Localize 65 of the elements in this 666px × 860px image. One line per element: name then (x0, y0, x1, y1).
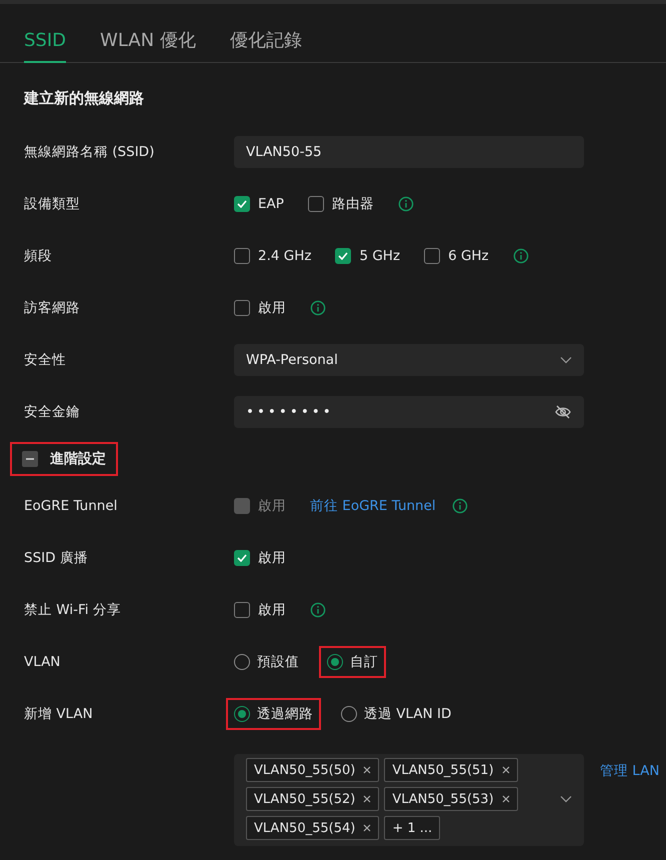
section-title: 建立新的無線網路 (24, 88, 145, 109)
checkbox[interactable] (234, 248, 250, 264)
vlan-tag: VLAN50_55(53) (384, 787, 518, 811)
checkbox[interactable] (234, 196, 250, 212)
checkbox-label: 6 GHz (448, 248, 489, 264)
chevron-down-icon (560, 356, 572, 364)
checkbox-label: 5 GHz (359, 248, 400, 264)
vlan-tag: VLAN50_55(52) (246, 787, 380, 811)
checkbox-label: 啟用 (258, 299, 286, 317)
checkbox-label: 啟用 (258, 549, 286, 567)
tab[interactable]: WLAN 優化 (100, 24, 196, 63)
checkbox[interactable] (234, 602, 250, 618)
close-icon[interactable] (502, 766, 510, 774)
eye-slash-icon (554, 405, 572, 419)
field-label: 頻段 (24, 247, 53, 265)
close-icon[interactable] (502, 795, 510, 803)
vlan-tag: VLAN50_55(51) (384, 758, 518, 782)
checkbox[interactable] (234, 300, 250, 316)
checkbox[interactable] (308, 196, 324, 212)
field-label: 安全金鑰 (24, 403, 81, 421)
radio-label: 透過網路 (257, 705, 313, 723)
password-field[interactable]: •••••••• (234, 396, 584, 428)
radio-button[interactable] (327, 654, 343, 670)
link[interactable]: 管理 LAN (600, 762, 660, 780)
radio-button[interactable] (234, 706, 250, 722)
radio-label: 自訂 (350, 653, 378, 671)
field-label: 安全性 (24, 351, 67, 369)
collapse-icon (22, 451, 38, 467)
close-icon[interactable] (363, 795, 372, 803)
field-label: SSID 廣播 (24, 549, 89, 567)
checkbox-label: 路由器 (332, 195, 374, 213)
checkbox[interactable] (234, 550, 250, 566)
field-label: EoGRE Tunnel (24, 498, 118, 514)
vlan-multiselect[interactable]: VLAN50_55(50) VLAN50_55(51) VLAN50_55(52) VLAN50_55(53) VLAN50_55(54) + 1 ... (234, 754, 584, 846)
checkbox-label: EAP (258, 196, 284, 212)
tab[interactable]: 優化記錄 (230, 24, 302, 63)
tab[interactable]: SSID (24, 24, 66, 63)
link[interactable]: 前往 EoGRE Tunnel (310, 497, 436, 515)
checkbox-label: 2.4 GHz (258, 248, 312, 264)
close-icon[interactable] (363, 824, 372, 832)
chevron-down-icon (560, 795, 572, 803)
field-label: 無線網路名稱 (SSID) (24, 143, 156, 161)
field-label: 訪客網路 (24, 299, 81, 317)
check-icon (237, 554, 247, 562)
radio-label: 預設值 (257, 653, 299, 671)
radio-button[interactable] (234, 654, 250, 670)
field-label: 設備類型 (24, 195, 81, 213)
field-label: 新增 VLAN (24, 705, 94, 723)
checkbox[interactable] (424, 248, 440, 264)
checkbox-label: 啟用 (258, 497, 286, 515)
check-icon (237, 200, 247, 208)
checkbox[interactable] (335, 248, 352, 264)
security-select[interactable]: WPA-Personal (234, 344, 584, 376)
ssid-input[interactable]: VLAN50-55 (234, 136, 584, 168)
vlan-tag: VLAN50_55(54) (246, 816, 380, 840)
field-label: VLAN (24, 654, 62, 670)
radio-button[interactable] (341, 706, 357, 722)
section-toggle-label[interactable]: 進階設定 (50, 450, 106, 468)
radio-label: 透過 VLAN ID (364, 705, 452, 723)
close-icon[interactable] (363, 766, 372, 774)
field-label: 禁止 Wi-Fi 分享 (24, 601, 122, 619)
check-icon (338, 252, 348, 260)
vlan-tag: VLAN50_55(50) (246, 758, 380, 782)
more-tag[interactable]: + 1 ... (384, 816, 440, 840)
checkbox-label: 啟用 (258, 601, 286, 619)
